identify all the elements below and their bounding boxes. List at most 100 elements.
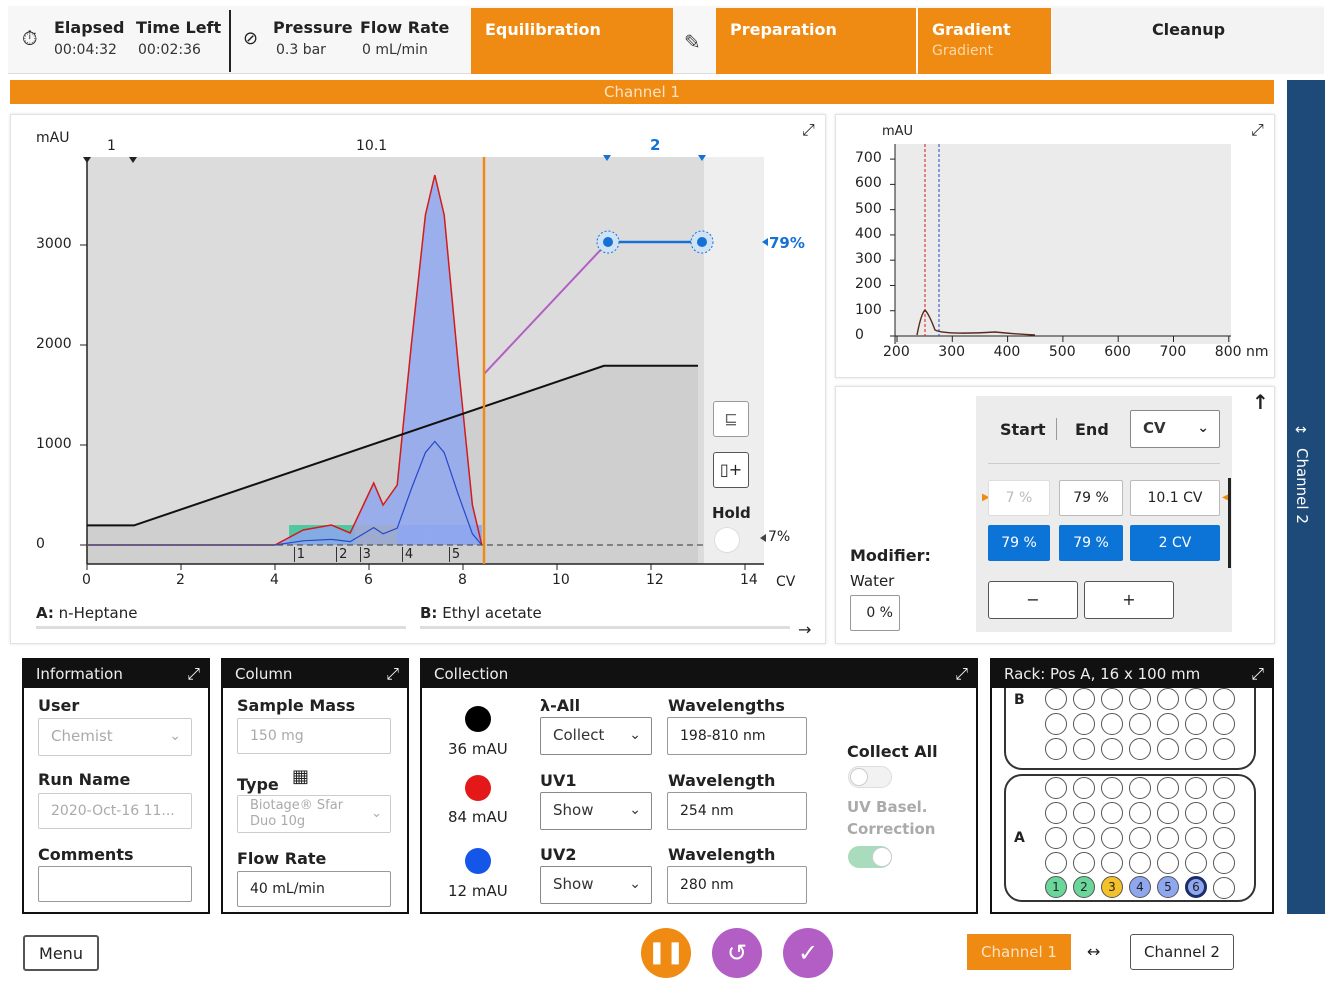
pencil-icon[interactable]: ✎ (684, 30, 701, 54)
rack-tube[interactable] (1129, 688, 1151, 710)
rack-tube[interactable] (1129, 777, 1151, 799)
rack-tube[interactable] (1185, 827, 1207, 849)
rack-tube[interactable]: 5 (1157, 876, 1179, 898)
tab-preparation[interactable]: Preparation (716, 8, 916, 74)
add-step-button[interactable]: + (1084, 581, 1174, 619)
rack-tube[interactable] (1101, 713, 1123, 735)
rack-tube[interactable] (1073, 688, 1095, 710)
rack-tube[interactable] (1157, 713, 1179, 735)
rack-tube[interactable] (1157, 827, 1179, 849)
rack-tube[interactable] (1157, 802, 1179, 824)
rack-tube[interactable] (1045, 777, 1067, 799)
row1-end[interactable]: 79 % (1059, 480, 1123, 516)
type-select[interactable]: Biotage® Sfar Duo 10g ⌄ (237, 795, 391, 833)
pause-button[interactable]: ❚❚ (641, 928, 691, 978)
rack-tube[interactable] (1213, 827, 1235, 849)
rack-tube[interactable] (1185, 713, 1207, 735)
rack-tube[interactable] (1101, 802, 1123, 824)
rack-tube[interactable] (1185, 777, 1207, 799)
rack-tube[interactable] (1129, 738, 1151, 760)
rack-tube[interactable] (1045, 688, 1067, 710)
uv1-select[interactable]: Show ⌄ (540, 792, 652, 830)
add-fraction-icon-button[interactable]: ▯+ (713, 452, 749, 488)
expand-icon[interactable]: ⤢ (1251, 660, 1264, 688)
baseline-icon-button[interactable]: ⊑ (713, 401, 749, 437)
channel-1-button[interactable]: Channel 1 (967, 934, 1071, 970)
wavelengths-field[interactable]: 198-810 nm (667, 717, 807, 755)
rack-tube[interactable] (1101, 738, 1123, 760)
expand-icon[interactable]: ⤢ (802, 120, 815, 140)
rack-tube[interactable] (1157, 738, 1179, 760)
rack-tube[interactable] (1129, 827, 1151, 849)
rack-tube[interactable] (1129, 802, 1151, 824)
expand-icon[interactable]: ⤢ (187, 660, 200, 688)
arrow-up-icon[interactable]: ↑ (1252, 390, 1269, 414)
rack-tube[interactable] (1101, 777, 1123, 799)
rack-tube[interactable]: 6 (1185, 876, 1207, 898)
rack-tube[interactable] (1185, 852, 1207, 874)
tab-equilibration[interactable]: Equilibration (471, 8, 673, 74)
rack-tube[interactable] (1213, 713, 1235, 735)
table-scrollbar[interactable] (1228, 478, 1231, 568)
hold-toggle[interactable] (714, 527, 740, 553)
rack-tube[interactable]: 1 (1045, 876, 1067, 898)
rack-tube[interactable]: 2 (1073, 876, 1095, 898)
row1-length[interactable]: 10.1 CV (1130, 480, 1220, 516)
rack-tube[interactable] (1157, 852, 1179, 874)
remove-step-button[interactable]: − (988, 581, 1078, 619)
spectrum-expand-icon[interactable]: ⤢ (1251, 120, 1264, 140)
rack-tube[interactable] (1101, 827, 1123, 849)
rack-tube[interactable] (1213, 852, 1235, 874)
rack-tube[interactable] (1101, 688, 1123, 710)
expand-icon[interactable]: ⤢ (386, 660, 399, 688)
rack-tube[interactable] (1129, 852, 1151, 874)
rack-tube[interactable] (1073, 802, 1095, 824)
modifier-input[interactable]: 0 % (850, 595, 900, 631)
rack-tube[interactable] (1101, 852, 1123, 874)
rack-tube[interactable] (1073, 777, 1095, 799)
arrow-right-icon[interactable]: → (798, 620, 811, 639)
row2-end[interactable]: 79 % (1059, 525, 1123, 561)
tab-gradient[interactable]: Gradient Gradient (918, 8, 1051, 74)
tab-cleanup[interactable]: Cleanup (1053, 8, 1324, 74)
uv-baseline-toggle[interactable] (848, 846, 892, 868)
rack-tube[interactable] (1185, 688, 1207, 710)
rack-tube[interactable] (1129, 713, 1151, 735)
collect-all-toggle[interactable] (848, 766, 892, 788)
menu-button[interactable]: Menu (23, 935, 99, 971)
run-name-field[interactable]: 2020-Oct-16 11... (38, 793, 192, 829)
rack-tube[interactable] (1213, 877, 1235, 899)
confirm-button[interactable]: ✓ (783, 928, 833, 978)
unit-select[interactable]: CV ⌄ (1130, 410, 1220, 448)
comments-field[interactable] (38, 866, 192, 902)
channel-2-button[interactable]: Channel 2 (1130, 934, 1234, 970)
rack-tube[interactable] (1073, 713, 1095, 735)
wavelength-1-field[interactable]: 254 nm (667, 792, 807, 830)
rack-tube[interactable]: 3 (1101, 876, 1123, 898)
channel-2-side-tab[interactable]: ↔ Channel 2 (1287, 80, 1325, 914)
rack-tube[interactable] (1185, 738, 1207, 760)
expand-icon[interactable]: ⤢ (955, 660, 968, 688)
rack-tube[interactable] (1213, 777, 1235, 799)
rack-tube[interactable] (1073, 852, 1095, 874)
rack-tube[interactable] (1045, 713, 1067, 735)
sample-mass-field[interactable]: 150 mg (237, 718, 391, 754)
row1-start[interactable]: 7 % (988, 480, 1050, 516)
wavelength-2-field[interactable]: 280 nm (667, 866, 807, 904)
rack-tube[interactable] (1045, 802, 1067, 824)
rack-tube[interactable] (1213, 738, 1235, 760)
rack-tube[interactable] (1073, 827, 1095, 849)
uv2-select[interactable]: Show ⌄ (540, 866, 652, 904)
row2-start[interactable]: 79 % (988, 525, 1050, 561)
rack-tube[interactable] (1045, 738, 1067, 760)
rack-tube[interactable] (1185, 802, 1207, 824)
rack-tube[interactable] (1213, 688, 1235, 710)
rack-tube[interactable] (1213, 802, 1235, 824)
user-select[interactable]: Chemist ⌄ (38, 718, 192, 756)
undo-button[interactable]: ↺ (712, 928, 762, 978)
qr-code-icon[interactable]: ▦ (292, 766, 309, 787)
rack-tube[interactable] (1045, 827, 1067, 849)
rack-tube[interactable] (1073, 738, 1095, 760)
row2-length[interactable]: 2 CV (1130, 525, 1220, 561)
rack-tube[interactable] (1045, 852, 1067, 874)
